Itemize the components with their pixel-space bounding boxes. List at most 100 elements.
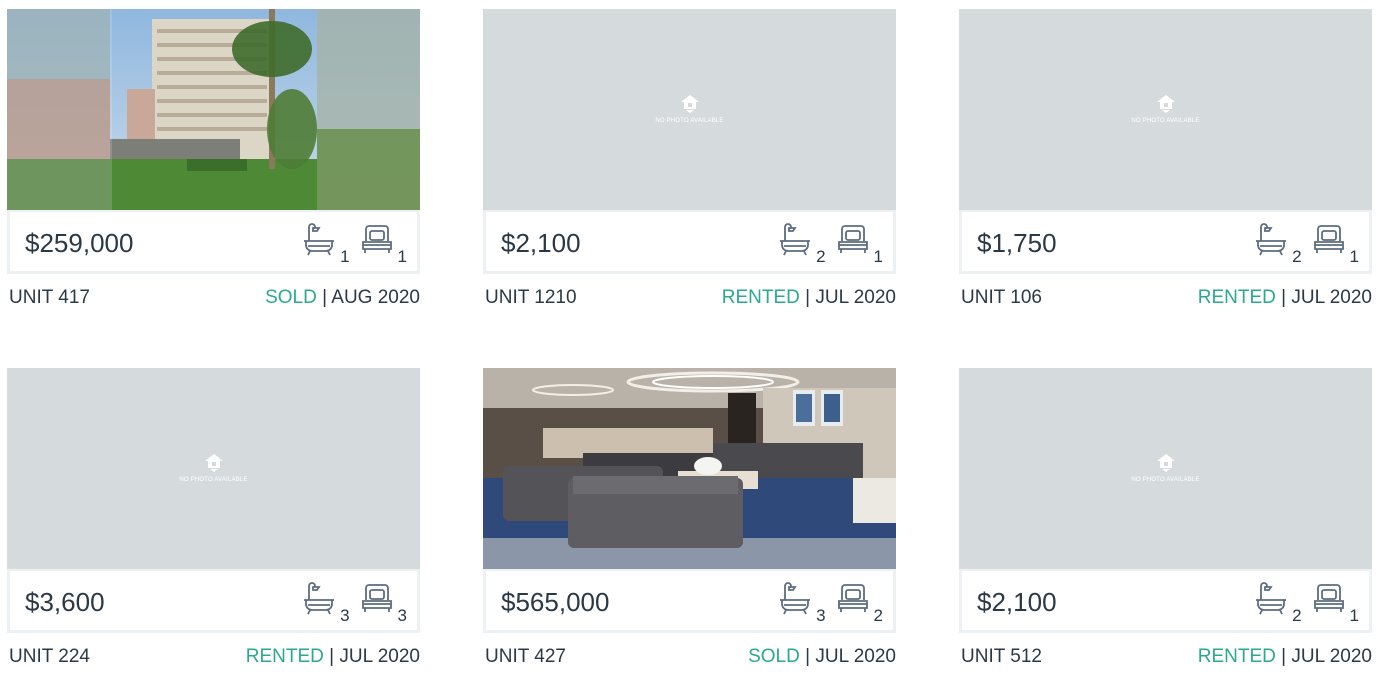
listing-price: $3,600: [25, 587, 105, 617]
listing-photo[interactable]: NO PHOTO AVAILABLE: [959, 9, 1372, 210]
bed-icon: [837, 225, 868, 253]
house-pin-icon: [1156, 454, 1175, 472]
listing-photo[interactable]: [7, 9, 420, 210]
beds-count: 1: [1349, 247, 1359, 266]
unit-label: UNIT 224: [9, 646, 90, 667]
status-state: RENTED: [721, 287, 800, 308]
no-photo-text: NO PHOTO AVAILABLE: [1131, 118, 1200, 124]
beds-count: 2: [873, 606, 883, 625]
listing-price: $565,000: [501, 587, 610, 617]
bathtub-icon: [780, 582, 811, 615]
bathtub-icon: [1256, 582, 1287, 615]
status-state: RENTED: [1197, 287, 1276, 308]
status-separator: |: [799, 646, 816, 667]
status-state: RENTED: [1197, 646, 1276, 667]
bed-icon: [1313, 225, 1344, 253]
baths-feature: 1: [302, 221, 350, 267]
no-photo-text: NO PHOTO AVAILABLE: [655, 118, 724, 124]
bathtub-icon: [1256, 223, 1287, 256]
listing-meta: UNIT 106 RENTED | JUL 2020: [959, 287, 1372, 313]
status-separator: |: [323, 646, 340, 667]
listing-meta: UNIT 224 RENTED | JUL 2020: [7, 646, 420, 672]
baths-count: 1: [340, 247, 350, 266]
listing-info: $1,750 2 1: [959, 210, 1372, 274]
listing-status: RENTED | JUL 2020: [1198, 287, 1372, 309]
listing-status: SOLD | AUG 2020: [265, 287, 420, 309]
listing-info: $565,000 3 2: [483, 569, 896, 633]
status-state: SOLD: [265, 287, 317, 308]
baths-count: 3: [816, 606, 826, 625]
listing-price: $2,100: [501, 228, 581, 258]
listing-price: $2,100: [977, 587, 1057, 617]
no-photo-text: NO PHOTO AVAILABLE: [1131, 477, 1200, 483]
bathtub-icon: [780, 223, 811, 256]
baths-feature: 2: [1254, 580, 1302, 626]
status-separator: |: [316, 287, 332, 308]
baths-count: 3: [340, 606, 350, 625]
no-photo-placeholder: NO PHOTO AVAILABLE: [959, 94, 1372, 124]
listing-card[interactable]: NO PHOTO AVAILABLE $2,100 2: [483, 9, 896, 315]
listing-info: $2,100 2 1: [483, 210, 896, 274]
status-date: AUG 2020: [331, 287, 420, 308]
baths-feature: 3: [302, 580, 350, 626]
lobby-photo: [483, 368, 896, 569]
status-date: JUL 2020: [1291, 646, 1372, 667]
baths-count: 2: [1292, 247, 1302, 266]
listing-card[interactable]: NO PHOTO AVAILABLE $3,600 3 3 UNIT 224 R…: [7, 368, 420, 674]
beds-feature: 1: [1312, 221, 1359, 267]
listing-info: $3,600 3 3: [7, 569, 420, 633]
listing-card[interactable]: NO PHOTO AVAILABLE $2,100 2: [959, 368, 1372, 674]
no-photo-placeholder: NO PHOTO AVAILABLE: [483, 94, 896, 124]
listing-photo[interactable]: NO PHOTO AVAILABLE: [7, 368, 420, 569]
beds-count: 1: [873, 247, 883, 266]
no-photo-placeholder: NO PHOTO AVAILABLE: [7, 453, 420, 483]
unit-label: UNIT 427: [485, 646, 566, 667]
listing-card[interactable]: $259,000 1 1 UNIT 417 SOLD | AUG 2020: [7, 9, 420, 315]
listing-features: 3 3: [302, 580, 407, 626]
beds-count: 1: [1349, 606, 1359, 625]
listing-meta: UNIT 512 RENTED | JUL 2020: [959, 646, 1372, 672]
baths-count: 2: [1292, 606, 1302, 625]
listing-meta: UNIT 427 SOLD | JUL 2020: [483, 646, 896, 672]
beds-feature: 2: [836, 580, 883, 626]
beds-feature: 1: [360, 221, 407, 267]
unit-label: UNIT 512: [961, 646, 1042, 667]
beds-count: 1: [397, 247, 407, 266]
listing-photo[interactable]: NO PHOTO AVAILABLE: [483, 9, 896, 210]
listing-card[interactable]: $565,000 3 2 UNIT 427 SOLD | JUL 2020: [483, 368, 896, 674]
listing-price: $259,000: [25, 228, 134, 258]
house-pin-icon: [204, 454, 223, 472]
listing-features: 2 1: [778, 221, 883, 267]
beds-count: 3: [397, 606, 407, 625]
beds-feature: 1: [1312, 580, 1359, 626]
bed-icon: [1313, 584, 1344, 612]
listings-grid: $259,000 1 1 UNIT 417 SOLD | AUG 2020 NO…: [7, 9, 1373, 674]
status-state: RENTED: [245, 646, 324, 667]
listing-photo[interactable]: NO PHOTO AVAILABLE: [959, 368, 1372, 569]
listing-features: 2 1: [1254, 580, 1359, 626]
status-date: JUL 2020: [339, 646, 420, 667]
status-date: JUL 2020: [815, 287, 896, 308]
bed-icon: [361, 225, 392, 253]
status-separator: |: [1275, 646, 1292, 667]
bathtub-icon: [304, 223, 335, 256]
baths-feature: 2: [778, 221, 826, 267]
listing-status: RENTED | JUL 2020: [246, 646, 420, 668]
listing-info: $2,100 2 1: [959, 569, 1372, 633]
bed-icon: [361, 584, 392, 612]
listing-features: 3 2: [778, 580, 883, 626]
listing-status: RENTED | JUL 2020: [722, 287, 896, 309]
listing-price: $1,750: [977, 228, 1057, 258]
listing-meta: UNIT 417 SOLD | AUG 2020: [7, 287, 420, 313]
house-pin-icon: [680, 95, 699, 113]
unit-label: UNIT 417: [9, 287, 90, 308]
listing-status: RENTED | JUL 2020: [1198, 646, 1372, 668]
baths-count: 2: [816, 247, 826, 266]
status-date: JUL 2020: [815, 646, 896, 667]
listing-card[interactable]: NO PHOTO AVAILABLE $1,750 2 1 UNIT 106 R…: [959, 9, 1372, 315]
status-separator: |: [1275, 287, 1292, 308]
no-photo-placeholder: NO PHOTO AVAILABLE: [959, 453, 1372, 483]
listing-photo[interactable]: [483, 368, 896, 569]
building-photo: [7, 9, 420, 210]
listing-status: SOLD | JUL 2020: [748, 646, 896, 668]
